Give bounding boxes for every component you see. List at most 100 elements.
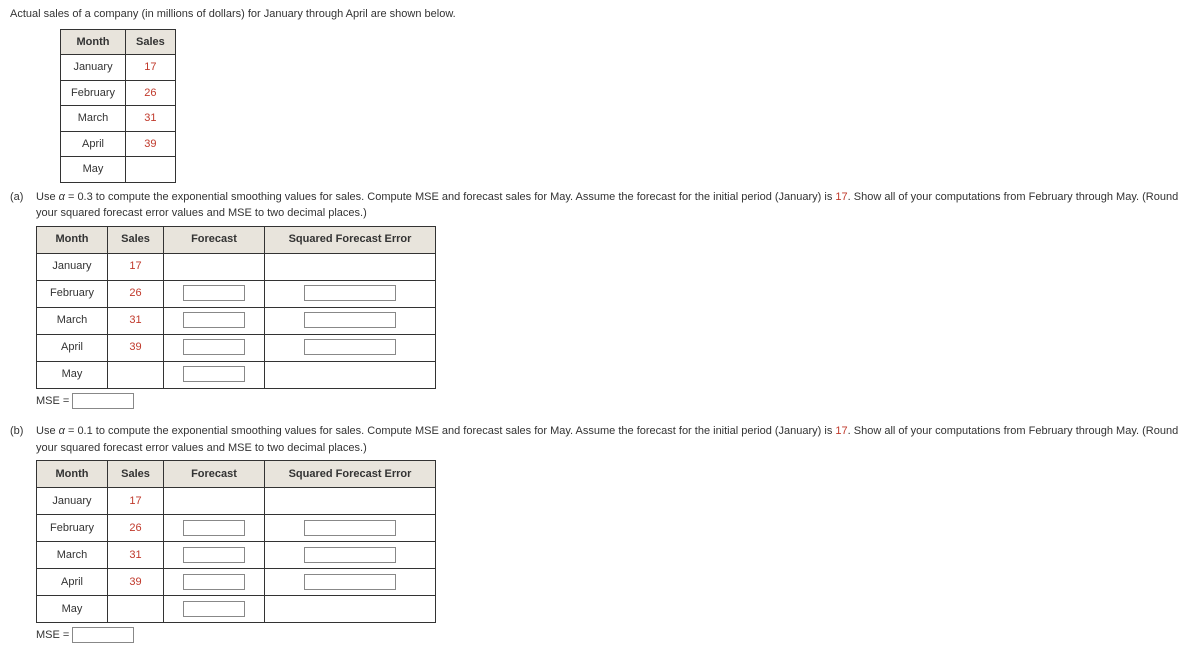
sqerr-cell [265,361,436,388]
sales-cell: 17 [108,253,164,280]
month-cell: February [37,515,108,542]
table-row: May [37,361,436,388]
forecast-cell [164,515,265,542]
forecast-cell [164,569,265,596]
mse-input[interactable] [72,393,134,409]
sales-cell [126,157,176,183]
sqerr-cell [265,280,436,307]
forecast-input[interactable] [183,574,245,590]
month-cell: April [37,569,108,596]
col-sales: Sales [108,461,164,488]
table-row: February 26 [37,280,436,307]
month-cell: January [37,488,108,515]
table-row: February 26 [37,515,436,542]
month-cell: April [37,334,108,361]
table-row: April 39 [61,131,176,157]
forecast-cell [164,542,265,569]
part-a-prompt: Use α = 0.3 to compute the exponential s… [36,189,1190,222]
part-a: (a) Use α = 0.3 to compute the exponenti… [10,189,1190,418]
sqerr-cell [265,542,436,569]
table-row: May [61,157,176,183]
pa-eq: = 0.3 to compute the exponential smoothi… [65,191,836,203]
col-sqerr: Squared Forecast Error [265,461,436,488]
sales-cell: 39 [108,569,164,596]
pa-pre: Use [36,191,59,203]
month-cell: February [37,280,108,307]
sqerr-cell [265,515,436,542]
forecast-cell [164,334,265,361]
pb-pre: Use [36,425,59,437]
col-month: Month [37,226,108,253]
forecast-input[interactable] [183,547,245,563]
forecast-input[interactable] [183,366,245,382]
forecast-input[interactable] [183,312,245,328]
sqerr-input[interactable] [304,547,396,563]
sales-cell: 31 [108,542,164,569]
sales-data-table: Month Sales January 17 February 26 March… [60,29,176,183]
sqerr-input[interactable] [304,285,396,301]
table-row: January 17 [61,55,176,81]
table-row: March 31 [61,106,176,132]
table-row: March 31 [37,542,436,569]
sales-cell [108,361,164,388]
month-cell: February [61,80,126,106]
sqerr-input[interactable] [304,520,396,536]
sqerr-cell [265,334,436,361]
pb-hl: 17 [835,425,847,437]
col-month: Month [61,29,126,55]
col-forecast: Forecast [164,226,265,253]
sales-cell: 39 [126,131,176,157]
table-row: March 31 [37,307,436,334]
month-cell: January [61,55,126,81]
forecast-input[interactable] [183,339,245,355]
part-a-mse-line: MSE = [36,393,1190,410]
part-a-tag: (a) [10,189,30,206]
col-month: Month [37,461,108,488]
forecast-input[interactable] [183,601,245,617]
forecast-cell [164,253,265,280]
sqerr-cell [265,253,436,280]
table-row: January 17 [37,253,436,280]
table-row: February 26 [61,80,176,106]
sales-cell: 31 [126,106,176,132]
sales-cell: 39 [108,334,164,361]
mse-label: MSE = [36,395,69,407]
month-cell: May [61,157,126,183]
part-b-work-table: Month Sales Forecast Squared Forecast Er… [36,460,436,623]
table-row: January 17 [37,488,436,515]
forecast-cell [164,307,265,334]
pa-hl: 17 [835,191,847,203]
sales-cell: 26 [108,515,164,542]
sqerr-input[interactable] [304,339,396,355]
sales-cell [108,596,164,623]
sales-cell: 26 [108,280,164,307]
mse-label: MSE = [36,629,69,641]
sales-cell: 17 [126,55,176,81]
month-cell: April [61,131,126,157]
part-b-mse-line: MSE = [36,627,1190,644]
table-row: May [37,596,436,623]
month-cell: March [37,542,108,569]
intro-text: Actual sales of a company (in millions o… [10,6,1190,23]
mse-input[interactable] [72,627,134,643]
part-b: (b) Use α = 0.1 to compute the exponenti… [10,423,1190,652]
part-b-tag: (b) [10,423,30,440]
sqerr-cell [265,307,436,334]
sales-cell: 31 [108,307,164,334]
sales-cell: 17 [108,488,164,515]
forecast-input[interactable] [183,520,245,536]
col-sales: Sales [126,29,176,55]
forecast-cell [164,596,265,623]
forecast-cell [164,488,265,515]
month-cell: May [37,596,108,623]
sqerr-cell [265,488,436,515]
sqerr-cell [265,569,436,596]
sqerr-input[interactable] [304,312,396,328]
forecast-input[interactable] [183,285,245,301]
table-row: April 39 [37,334,436,361]
forecast-cell [164,280,265,307]
sqerr-cell [265,596,436,623]
forecast-cell [164,361,265,388]
col-forecast: Forecast [164,461,265,488]
sqerr-input[interactable] [304,574,396,590]
